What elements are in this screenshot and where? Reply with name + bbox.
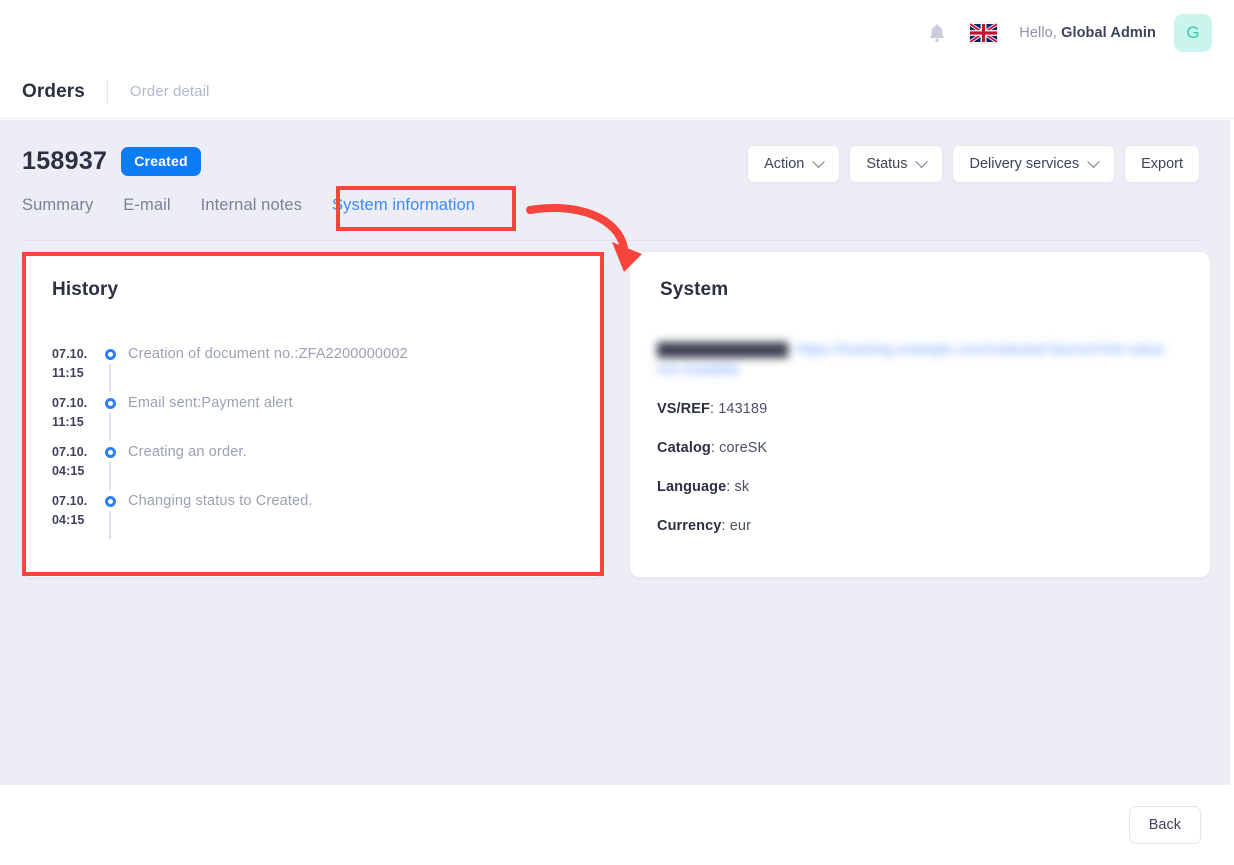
content-right-edge	[1230, 120, 1234, 785]
timeline-entry-time: 07.10. 04:15	[52, 443, 96, 481]
timeline-axis	[96, 394, 124, 441]
timeline-entry-text: Creating an order.	[128, 444, 247, 460]
timeline-entry-time: 07.10. 04:15	[52, 492, 96, 530]
system-row-colon: :	[710, 440, 720, 456]
timeline-entry-clock: 11:15	[52, 366, 84, 380]
system-row-value: eur	[729, 518, 751, 534]
tab-email[interactable]: E-mail	[123, 192, 170, 215]
system-row-colon: :	[788, 342, 797, 358]
timeline-dot-icon	[104, 447, 116, 458]
avatar[interactable]: G	[1174, 13, 1212, 52]
toolbar: Action Status Delivery services Export	[747, 145, 1200, 183]
timeline-dot-icon	[104, 496, 116, 507]
order-number: 158937	[22, 147, 108, 175]
tab-summary[interactable]: Summary	[22, 192, 93, 215]
chevron-down-icon	[1087, 154, 1100, 168]
timeline-connector	[109, 462, 111, 490]
timeline-axis	[96, 492, 124, 539]
delivery-services-button-label: Delivery services	[969, 156, 1080, 172]
breadcrumb-order-detail: Order detail	[129, 83, 210, 100]
timeline-entry: 07.10. 04:15 Changing status to Created.	[52, 492, 584, 541]
action-button[interactable]: Action	[747, 145, 841, 183]
timeline-connector	[109, 364, 111, 392]
history-card: History 07.10. 11:15 Creation of documen…	[22, 252, 604, 577]
system-row-label: Currency	[657, 518, 722, 534]
timeline-entry-text: Changing status to Created.	[128, 493, 313, 509]
user-greeting: Hello, Global Admin	[1019, 25, 1156, 41]
system-row-colon: :	[709, 401, 719, 417]
timeline-entry-text: Creation of document no.:ZFA2200000002	[128, 346, 408, 362]
system-row-value: coreSK	[719, 440, 768, 456]
timeline-connector	[109, 511, 111, 539]
uk-flag-icon[interactable]	[970, 22, 998, 43]
system-row-value: sk	[734, 479, 750, 495]
system-row-colon: :	[721, 518, 730, 534]
system-row-colon: :	[726, 479, 735, 495]
timeline-entry-clock: 11:15	[52, 415, 84, 429]
timeline-axis	[96, 345, 124, 392]
breadcrumb-orders[interactable]: Orders	[22, 81, 85, 103]
timeline-entry-time: 07.10. 11:15	[52, 345, 96, 383]
system-row-label: VS/REF	[657, 401, 710, 417]
history-timeline: 07.10. 11:15 Creation of document no.:ZF…	[52, 345, 584, 541]
timeline-entry-time: 07.10. 11:15	[52, 394, 96, 432]
timeline-entry-clock: 04:15	[52, 513, 85, 527]
status-button-label: Status	[866, 156, 908, 172]
timeline-entry: 07.10. 11:15 Email sent:Payment alert	[52, 394, 584, 443]
system-row-catalog: Catalog: coreSK	[657, 438, 1186, 458]
tab-internal-notes[interactable]: Internal notes	[201, 192, 302, 215]
system-row-shipment-tracking: Shipment Tracking: https://tracking.exam…	[657, 340, 1186, 380]
delivery-services-button[interactable]: Delivery services	[952, 145, 1116, 183]
system-row-label: Language	[657, 479, 727, 495]
tab-system-information[interactable]: System information	[332, 192, 475, 215]
footer-bar: Back	[0, 785, 1234, 865]
export-button[interactable]: Export	[1124, 145, 1200, 183]
bell-icon[interactable]	[922, 18, 952, 48]
action-button-label: Action	[764, 156, 805, 172]
timeline-entry-date: 07.10.	[52, 396, 88, 410]
system-row-label: Shipment Tracking	[657, 342, 789, 358]
timeline-entry-date: 07.10.	[52, 445, 88, 459]
content-area: 158937 Created Action Status Delivery se…	[0, 120, 1230, 785]
breadcrumb: Orders Order detail	[0, 65, 1234, 119]
timeline-dot-icon	[104, 349, 116, 360]
back-button[interactable]: Back	[1128, 806, 1201, 844]
system-row-language: Language: sk	[657, 477, 1186, 497]
greeting-prefix: Hello,	[1019, 24, 1057, 41]
timeline-connector	[109, 413, 111, 441]
timeline-entry-date: 07.10.	[52, 347, 88, 361]
status-badge: Created	[121, 147, 201, 176]
user-name: Global Admin	[1061, 24, 1156, 41]
page-title: 158937 Created	[22, 147, 201, 176]
history-card-title: History	[52, 279, 119, 300]
system-detail-list: Shipment Tracking: https://tracking.exam…	[657, 340, 1186, 555]
top-bar: Hello, Global Admin G	[0, 0, 1234, 65]
timeline-entry-date: 07.10.	[52, 494, 88, 508]
breadcrumb-divider	[106, 79, 108, 104]
timeline-entry: 07.10. 11:15 Creation of document no.:ZF…	[52, 345, 584, 394]
system-row-label: Catalog	[657, 440, 711, 456]
chevron-down-icon	[915, 154, 929, 168]
timeline-axis	[96, 443, 124, 490]
timeline-entry: 07.10. 04:15 Creating an order.	[52, 443, 584, 492]
export-button-label: Export	[1141, 156, 1183, 172]
timeline-entry-text: Email sent:Payment alert	[128, 395, 293, 411]
system-row-vs-ref: VS/REF: 143189	[657, 399, 1186, 419]
timeline-dot-icon	[104, 398, 116, 409]
status-button[interactable]: Status	[849, 145, 944, 183]
system-row-value: 143189	[718, 401, 768, 417]
tab-bar: Summary E-mail Internal notes System inf…	[22, 192, 1202, 241]
timeline-entry-clock: 04:15	[52, 464, 85, 478]
system-card-title: System	[660, 279, 729, 300]
system-card: System Shipment Tracking: https://tracki…	[630, 252, 1210, 577]
chevron-down-icon	[812, 154, 826, 168]
system-row-currency: Currency: eur	[657, 516, 1186, 536]
